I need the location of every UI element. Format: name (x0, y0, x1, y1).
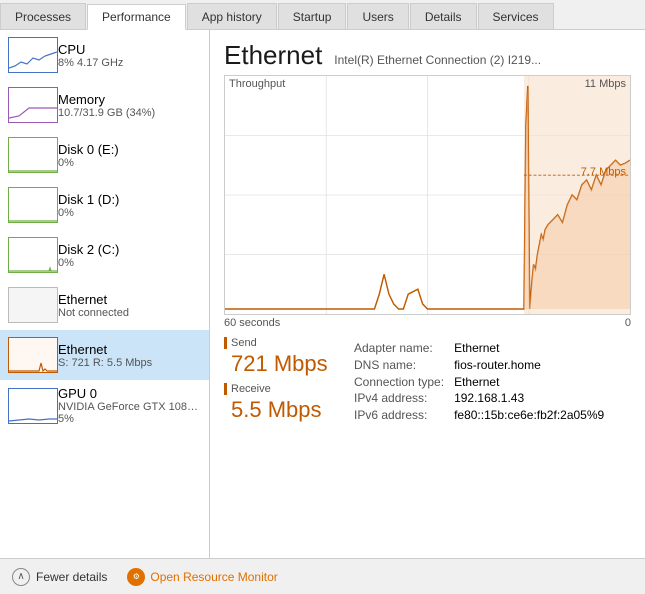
fewer-details-label: Fewer details (36, 570, 107, 584)
tab-processes[interactable]: Processes (0, 3, 86, 29)
content-area: Ethernet Intel(R) Ethernet Connection (2… (210, 30, 645, 558)
chart-value-label: 7.7 Mbps (581, 166, 626, 178)
cpu-mini-chart (8, 37, 58, 73)
disk0-title: Disk 0 (E:) (58, 142, 201, 157)
time-right-label: 0 (625, 317, 631, 329)
disk1-subtitle: 0% (58, 207, 201, 219)
info-key-3: IPv4 address: (354, 391, 444, 406)
disk0-mini-chart (8, 137, 58, 173)
sidebar-item-ethernet-sel[interactable]: Ethernet S: 721 R: 5.5 Mbps (0, 330, 209, 380)
throughput-chart: Throughput 11 Mbps 7.7 Mbps (224, 75, 631, 315)
info-val-3: 192.168.1.43 (454, 391, 604, 406)
memory-mini-chart (8, 87, 58, 123)
ethernet-nc-mini-chart (8, 287, 58, 323)
gpu0-mini-chart (8, 388, 58, 424)
sidebar-item-cpu[interactable]: CPU 8% 4.17 GHz (0, 30, 209, 80)
info-table: Adapter name: Ethernet DNS name: fios-ro… (354, 341, 604, 423)
cpu-subtitle: 8% 4.17 GHz (58, 57, 201, 69)
tab-bar: Processes Performance App history Startu… (0, 0, 645, 30)
info-val-1: fios-router.home (454, 358, 604, 373)
sidebar-item-gpu0[interactable]: GPU 0 NVIDIA GeForce GTX 108…5% (0, 380, 209, 431)
ethernet-nc-title: Ethernet (58, 292, 201, 307)
receive-value: 5.5 Mbps (224, 397, 334, 423)
ethernet-sel-title: Ethernet (58, 342, 201, 357)
memory-title: Memory (58, 92, 201, 107)
disk2-mini-chart (8, 237, 58, 273)
info-key-1: DNS name: (354, 358, 444, 373)
info-key-0: Adapter name: (354, 341, 444, 356)
sidebar-item-memory[interactable]: Memory 10.7/31.9 GB (34%) (0, 80, 209, 130)
footer: ∧ Fewer details ⚙ Open Resource Monitor (0, 558, 645, 594)
main-container: CPU 8% 4.17 GHz Memory 10.7/31.9 GB (34%… (0, 30, 645, 558)
disk0-subtitle: 0% (58, 157, 201, 169)
cpu-title: CPU (58, 42, 201, 57)
sidebar: CPU 8% 4.17 GHz Memory 10.7/31.9 GB (34%… (0, 30, 210, 558)
ethernet-sel-subtitle: S: 721 R: 5.5 Mbps (58, 357, 201, 369)
info-val-2: Ethernet (454, 375, 604, 390)
info-key-4: IPv6 address: (354, 408, 444, 423)
tab-users[interactable]: Users (347, 3, 408, 29)
open-resource-monitor-label: Open Resource Monitor (150, 570, 277, 584)
send-value: 721 Mbps (224, 351, 334, 377)
tab-startup[interactable]: Startup (278, 3, 347, 29)
disk1-title: Disk 1 (D:) (58, 192, 201, 207)
content-title: Ethernet (224, 40, 322, 71)
content-header: Ethernet Intel(R) Ethernet Connection (2… (224, 40, 631, 71)
sidebar-item-disk2[interactable]: Disk 2 (C:) 0% (0, 230, 209, 280)
tab-services[interactable]: Services (478, 3, 554, 29)
receive-label: Receive (224, 383, 334, 395)
disk2-title: Disk 2 (C:) (58, 242, 201, 257)
open-resource-monitor-button[interactable]: ⚙ Open Resource Monitor (127, 568, 277, 586)
tab-app-history[interactable]: App history (187, 3, 277, 29)
ethernet-sel-mini-chart (8, 337, 58, 373)
gpu0-subtitle: NVIDIA GeForce GTX 108…5% (58, 401, 201, 425)
sidebar-item-disk0[interactable]: Disk 0 (E:) 0% (0, 130, 209, 180)
disk2-subtitle: 0% (58, 257, 201, 269)
content-subtitle: Intel(R) Ethernet Connection (2) I219... (334, 53, 541, 67)
throughput-label: Throughput (229, 78, 285, 90)
fewer-details-button[interactable]: ∧ Fewer details (12, 568, 107, 586)
disk1-mini-chart (8, 187, 58, 223)
tab-performance[interactable]: Performance (87, 4, 186, 30)
sidebar-item-ethernet-nc[interactable]: Ethernet Not connected (0, 280, 209, 330)
ethernet-nc-subtitle: Not connected (58, 307, 201, 319)
send-label: Send (224, 337, 334, 349)
info-val-4: fe80::15b:ce6e:fb2f:2a05%9 (454, 408, 604, 423)
gpu0-title: GPU 0 (58, 386, 201, 401)
info-key-2: Connection type: (354, 375, 444, 390)
monitor-icon: ⚙ (127, 568, 145, 586)
chevron-up-icon: ∧ (12, 568, 30, 586)
chart-max-label: 11 Mbps (585, 78, 626, 90)
tab-details[interactable]: Details (410, 3, 477, 29)
chart-time-labels: 60 seconds 0 (224, 317, 631, 329)
sidebar-item-disk1[interactable]: Disk 1 (D:) 0% (0, 180, 209, 230)
memory-subtitle: 10.7/31.9 GB (34%) (58, 107, 201, 119)
info-val-0: Ethernet (454, 341, 604, 356)
time-left-label: 60 seconds (224, 317, 280, 329)
